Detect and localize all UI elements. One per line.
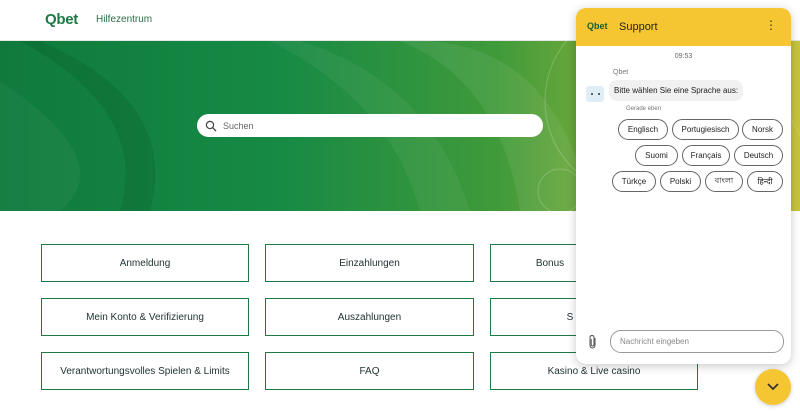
category-anmeldung[interactable]: Anmeldung — [41, 244, 249, 282]
category-auszahlungen[interactable]: Auszahlungen — [265, 298, 474, 336]
language-option-suomi[interactable]: Suomi — [635, 145, 678, 166]
bot-eye-right — [597, 93, 600, 95]
language-option-hindi[interactable]: हिन्दी — [747, 171, 783, 192]
language-option-turkce[interactable]: Türkçe — [612, 171, 656, 192]
bot-message: Bitte wählen Sie eine Sprache aus: — [609, 80, 744, 101]
paperclip-icon[interactable] — [587, 334, 599, 350]
language-option-portugiesisch[interactable]: Portugiesisch — [672, 119, 739, 140]
support-chat-window: Qbet Support ⋮ 09:53 Qbet Bitte wählen S… — [576, 8, 791, 364]
language-option-bangla[interactable]: বাংলা — [705, 171, 743, 192]
chat-toggle-button[interactable] — [755, 369, 791, 405]
search-input[interactable] — [223, 120, 523, 131]
chat-composer — [576, 324, 791, 364]
chevron-down-icon — [767, 383, 779, 391]
chat-header: Qbet Support ⋮ — [576, 8, 791, 46]
category-verantwortungsvolles-spielen[interactable]: Verantwortungsvolles Spielen & Limits — [41, 352, 249, 390]
category-einzahlungen[interactable]: Einzahlungen — [265, 244, 474, 282]
search-bar[interactable] — [197, 114, 543, 137]
search-icon — [205, 120, 217, 131]
bot-name: Qbet — [613, 69, 629, 76]
language-option-polski[interactable]: Polski — [660, 171, 701, 192]
help-center-page: Qbet Hilfezentrum Anmeldung Einzahlungen… — [0, 0, 800, 411]
message-input[interactable] — [610, 330, 784, 353]
chat-timestamp: 09:53 — [674, 53, 693, 60]
language-option-francais[interactable]: Français — [682, 145, 730, 166]
help-center-link[interactable]: Hilfezentrum — [96, 14, 152, 25]
language-option-deutsch[interactable]: Deutsch — [734, 145, 783, 166]
more-options-icon[interactable]: ⋮ — [765, 19, 777, 31]
bot-avatar — [586, 86, 604, 102]
chat-logo: Qbet — [587, 21, 608, 31]
language-option-norsk[interactable]: Norsk — [742, 119, 783, 140]
category-mein-konto[interactable]: Mein Konto & Verifizierung — [41, 298, 249, 336]
bot-eye-left — [590, 93, 593, 95]
category-faq[interactable]: FAQ — [265, 352, 474, 390]
qbet-logo[interactable]: Qbet — [45, 11, 78, 28]
message-time: Gerade eben — [626, 106, 662, 112]
language-option-englisch[interactable]: Englisch — [618, 119, 668, 140]
chat-title: Support — [619, 21, 658, 33]
